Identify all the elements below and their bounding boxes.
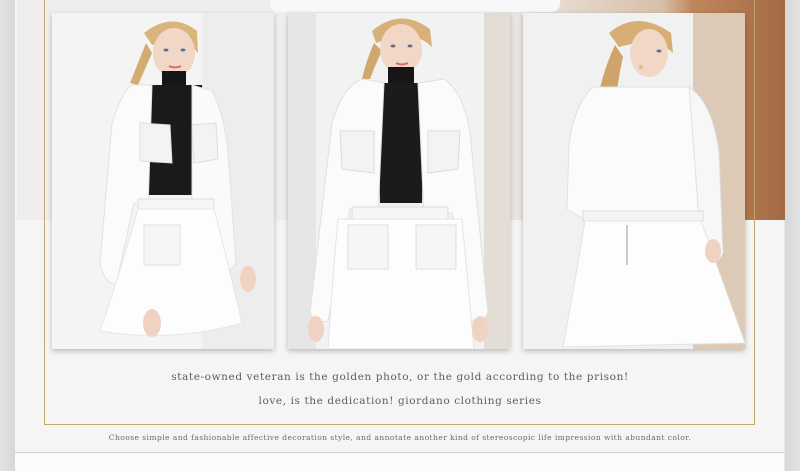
product-photo-back[interactable] (523, 13, 745, 349)
product-photo-front-left[interactable] (52, 13, 274, 349)
model-front-image (288, 13, 510, 349)
model-front-left-image (52, 13, 274, 349)
footer-description: Choose simple and fashionable affective … (108, 433, 692, 442)
product-photo-front[interactable] (288, 13, 510, 349)
caption-line-1: state-owned veteran is the golden photo,… (171, 371, 629, 383)
caption-line-2: love, is the dedication! giordano clothi… (258, 395, 542, 407)
next-section-strip (15, 453, 784, 471)
model-back-image (523, 13, 745, 349)
